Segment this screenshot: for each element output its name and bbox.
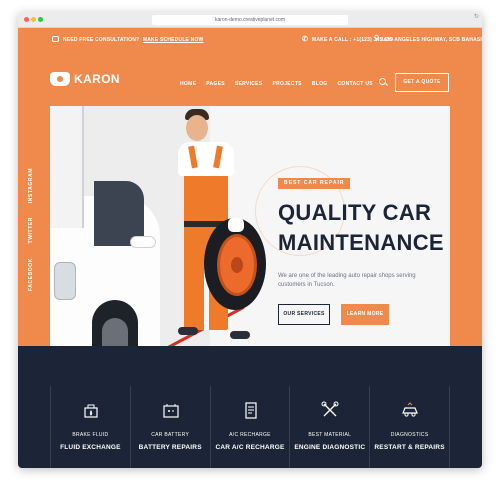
- hero-headline: QUALITY CAR MAINTENANCE: [278, 200, 444, 255]
- car-mirror: [130, 236, 156, 248]
- service-card-battery[interactable]: CAR BATTERY BATTERY REPAIRS: [129, 386, 210, 468]
- site-logo[interactable]: KARON: [50, 72, 120, 86]
- address-info: LOS ANGELES HIGHWAY, SCB BAHASI: [382, 37, 482, 43]
- mechanic-glove: [228, 218, 244, 232]
- car-battery-icon: [163, 404, 179, 418]
- top-info-bar: NEED FREE CONSULTATION? MAKE SCHEDULE NO…: [18, 28, 482, 52]
- hero-description: We are one of the leading auto repair sh…: [278, 273, 416, 288]
- social-link-twitter[interactable]: TWITTER: [28, 217, 34, 243]
- service-title: RESTART & REPAIRS: [374, 444, 445, 451]
- nav-link-blog[interactable]: BLOG: [312, 81, 328, 87]
- get-quote-button[interactable]: GET A QUOTE: [395, 73, 449, 92]
- mechanic-shirt: [178, 142, 234, 176]
- mechanic-shoe: [178, 327, 198, 335]
- nav-link-contact[interactable]: CONTACT US: [337, 81, 372, 87]
- close-window-icon[interactable]: [24, 17, 29, 22]
- phone-icon: ✆: [302, 36, 309, 43]
- service-card-diagnostics[interactable]: DIAGNOSTICS RESTART & REPAIRS: [369, 386, 450, 468]
- schedule-link[interactable]: MAKE SCHEDULE NOW: [143, 37, 204, 43]
- minimize-window-icon[interactable]: [31, 17, 36, 22]
- consultation-label: NEED FREE CONSULTATION?: [63, 37, 140, 43]
- tire-hub: [231, 257, 243, 273]
- services-band: BRAKE FLUID FLUID EXCHANGE CAR BATTERY B…: [18, 346, 482, 468]
- service-subtitle: CAR BATTERY: [151, 432, 190, 438]
- brake-fluid-icon: [84, 404, 98, 418]
- service-subtitle: DIAGNOSTICS: [390, 432, 429, 438]
- hero-section: BEST CAR REPAIR QUALITY CAR MAINTENANCE …: [50, 106, 450, 386]
- nav-link-home[interactable]: HOME: [180, 81, 196, 87]
- our-services-button[interactable]: OUR SERVICES: [278, 304, 330, 325]
- social-links: INSTAGRAM TWITTER FACEBOOK: [28, 168, 38, 305]
- car-hood: [50, 106, 84, 228]
- service-subtitle: BRAKE FLUID: [72, 432, 109, 438]
- diagnostics-icon: [402, 402, 419, 417]
- service-subtitle: A/C RECHARGE: [229, 432, 271, 438]
- social-link-instagram[interactable]: INSTAGRAM: [28, 168, 34, 203]
- nav-link-pages[interactable]: PAGES: [206, 81, 225, 87]
- consultation-text: NEED FREE CONSULTATION? MAKE SCHEDULE NO…: [63, 37, 203, 43]
- mechanic-shoe: [230, 331, 250, 339]
- logo-icon: [50, 72, 70, 86]
- search-icon[interactable]: [379, 78, 386, 85]
- main-navbar: KARON HOME PAGES SERVICES PROJECTS BLOG …: [18, 52, 482, 104]
- ac-recharge-icon: [244, 402, 257, 419]
- service-cards: BRAKE FLUID FLUID EXCHANGE CAR BATTERY B…: [50, 386, 450, 468]
- service-card-engine[interactable]: BEST MATERIAL ENGINE DIAGNOSTIC: [289, 386, 369, 468]
- learn-more-button[interactable]: LEARN MORE: [341, 304, 389, 325]
- reload-icon[interactable]: ↻: [474, 13, 479, 21]
- engine-diagnostic-icon: [321, 401, 339, 417]
- service-title: CAR A/C RECHARGE: [215, 444, 285, 451]
- hero-tag: BEST CAR REPAIR: [278, 178, 351, 189]
- car-headlight: [54, 262, 76, 300]
- website: NEED FREE CONSULTATION? MAKE SCHEDULE NO…: [18, 28, 482, 468]
- service-title: ENGINE DIAGNOSTIC: [294, 444, 366, 451]
- service-subtitle: BEST MATERIAL: [308, 432, 352, 438]
- browser-window: karon-demo.creativeplanet.com ↻ NEED FRE…: [18, 12, 482, 468]
- location-pin-icon: ⚲: [374, 35, 380, 42]
- browser-chrome: karon-demo.creativeplanet.com ↻: [18, 12, 482, 28]
- service-card-ac[interactable]: A/C RECHARGE CAR A/C RECHARGE: [209, 386, 290, 468]
- address-bar[interactable]: karon-demo.creativeplanet.com: [152, 15, 348, 25]
- call-info[interactable]: MAKE A CALL : +1(123) 345 699: [312, 37, 393, 43]
- mechanic-head: [186, 115, 208, 141]
- service-title: FLUID EXCHANGE: [60, 444, 121, 451]
- logo-text: KARON: [74, 72, 120, 86]
- chat-icon: [52, 36, 59, 42]
- service-title: BATTERY REPAIRS: [138, 444, 202, 451]
- nav-link-projects[interactable]: PROJECTS: [272, 81, 301, 87]
- nav-links: HOME PAGES SERVICES PROJECTS BLOG CONTAC…: [180, 81, 373, 87]
- nav-link-services[interactable]: SERVICES: [235, 81, 263, 87]
- service-card-fluid[interactable]: BRAKE FLUID FLUID EXCHANGE: [50, 386, 130, 468]
- social-link-facebook[interactable]: FACEBOOK: [28, 258, 34, 291]
- maximize-window-icon[interactable]: [38, 17, 43, 22]
